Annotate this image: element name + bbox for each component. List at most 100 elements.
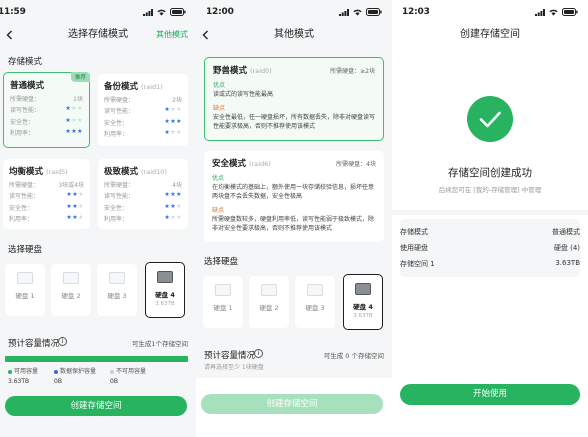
page-title: 其他模式: [274, 29, 314, 40]
mode-row: 安全性： ★★★: [9, 202, 84, 212]
legend-protection: 数据保护容量 0B: [54, 368, 97, 385]
battery-icon: [366, 8, 382, 16]
disk-icon: [63, 272, 79, 284]
mode-row: 所需硬盘： 3块或4块: [9, 181, 84, 189]
mode-row: 所需硬盘： 4块: [104, 181, 182, 189]
mode-name: 极致模式 (raid10): [104, 167, 167, 177]
rating-stars: ★★★: [164, 106, 182, 115]
pros-label: 优点: [212, 175, 225, 182]
mode-row: 所需硬盘： 2块: [104, 96, 182, 104]
disk-option-2[interactable]: 硬盘 2: [51, 264, 91, 316]
mode-card-extreme[interactable]: 极致模式 (raid10) 所需硬盘： 4块 读写性能： ★★★ 安全性： ★★★ 利用…: [98, 159, 188, 229]
mode-row: 读写性能： ★★★: [104, 106, 182, 115]
screen-select-storage-mode: 11:59 选择存储模式 其他模式 存储模式 推荐 普通模式 所需硬盘： 1块 读…: [0, 0, 196, 437]
mode-row: 安全性： ★★★: [104, 202, 182, 212]
section-title-select-disk: 选择硬盘: [204, 257, 239, 267]
cons-label: 缺点: [213, 105, 226, 112]
status-time: 12:03: [402, 7, 430, 17]
summary-row: 存储空间 1 3.63TB: [400, 259, 580, 268]
start-using-button[interactable]: 开始使用: [400, 384, 580, 405]
disk-option-3[interactable]: 硬盘 3: [295, 276, 335, 328]
rating-stars: ★★★: [65, 105, 83, 114]
summary-row: 存储模式 普通模式: [400, 228, 580, 236]
rating-stars: ★★★: [164, 118, 182, 127]
star-icon: ★: [176, 117, 182, 125]
other-modes-link[interactable]: 其他模式: [156, 26, 188, 44]
mode-row: 所需硬盘： 1块: [10, 95, 83, 103]
star-icon: ★: [78, 202, 84, 210]
create-storage-button[interactable]: 创建存储空间: [201, 394, 383, 414]
disk-icon: [261, 284, 277, 296]
status-icons: [143, 8, 186, 16]
legend-dot: [110, 369, 114, 374]
legend-available: 可用容量 3.63TB: [8, 368, 39, 385]
disk-icon: [307, 284, 323, 296]
disk-option-3[interactable]: 硬盘 3: [97, 264, 137, 316]
nav-bar: 选择存储模式 其他模式: [0, 26, 196, 44]
section-title-capacity: 预计容量情况: [8, 339, 60, 349]
rating-stars: ★★★: [66, 214, 84, 223]
star-icon: ★: [78, 214, 84, 221]
rating-stars: ★★★: [66, 203, 84, 212]
star-icon: ★: [77, 116, 83, 124]
disk-option-4[interactable]: 硬盘 4 3.63TB: [343, 274, 383, 330]
screen-create-success: 12:03 创建存储空间 存储空间创建成功 后续您可在 [我的-存储管理] 中管…: [392, 0, 588, 437]
mode-row: 读写性能： ★★★: [10, 105, 83, 114]
disk-option-1[interactable]: 硬盘 1: [5, 264, 45, 316]
create-storage-button[interactable]: 创建存储空间: [5, 396, 187, 416]
disk-icon: [157, 271, 173, 283]
raid-name: 野兽模式 (raid0): [213, 66, 272, 76]
rating-stars: ★★★: [164, 203, 182, 212]
section-title-select-disk: 选择硬盘: [8, 245, 43, 255]
star-icon: ★: [78, 191, 84, 198]
screens-container: 11:59 选择存储模式 其他模式 存储模式 推荐 普通模式 所需硬盘： 1块 读…: [0, 0, 588, 437]
info-icon[interactable]: i: [254, 349, 263, 358]
status-bar: 11:59: [0, 6, 196, 18]
capacity-hint: 请再选择至少 1块硬盘: [204, 364, 264, 371]
signal-icon: [339, 8, 349, 16]
legend-unavailable: 不可用容量 0B: [110, 368, 147, 385]
disk-option-1[interactable]: 硬盘 1: [203, 276, 243, 328]
checkmark-icon: [479, 111, 501, 128]
disk-option-4[interactable]: 硬盘 4 3.63TB: [145, 262, 185, 318]
star-icon: ★: [176, 191, 182, 198]
mode-row: 利用率： ★★★: [104, 129, 182, 138]
raid-disk-requirement: 所需硬盘：≥2块: [330, 68, 375, 75]
cons-label: 缺点: [212, 207, 225, 214]
mode-row: 利用率： ★★★: [10, 128, 83, 137]
status-time: 11:59: [0, 7, 26, 17]
mode-name: 备份模式 (raid1): [104, 82, 163, 92]
status-bar: 12:03: [392, 6, 588, 18]
status-icons: [535, 8, 578, 16]
star-icon: ★: [176, 129, 182, 136]
mode-card-normal[interactable]: 推荐 普通模式 所需硬盘： 1块 读写性能： ★★★ 安全性： ★★★ 利用率： ★★★: [3, 72, 90, 148]
nav-bar: 创建存储空间: [392, 26, 588, 44]
divider: [392, 210, 588, 215]
mode-card-backup[interactable]: 备份模式 (raid1) 所需硬盘： 2块 读写性能： ★★★ 安全性： ★★★ 利用率…: [98, 74, 188, 146]
mode-name: 均衡模式 (raid5): [9, 167, 68, 177]
wifi-icon: [549, 9, 558, 16]
pros-label: 优点: [213, 82, 226, 89]
raid-card-beast[interactable]: 野兽模式 (raid0) 所需硬盘：≥2块 优点 读或式的读写性能最高 缺点 安全…: [204, 57, 384, 141]
nav-bar: 其他模式: [196, 26, 392, 44]
mode-row: 读写性能： ★★★: [9, 191, 84, 200]
capacity-summary: 可生成 0 个存储空间: [323, 352, 384, 360]
star-icon: ★: [176, 202, 182, 210]
capacity-summary: 可生成1个存储空间: [131, 340, 188, 348]
mode-card-balanced[interactable]: 均衡模式 (raid5) 所需硬盘： 3块或4块 读写性能： ★★★ 安全性： ★★★ …: [3, 159, 90, 229]
legend-dot: [8, 369, 12, 374]
legend-dot: [54, 369, 58, 374]
wifi-icon: [353, 9, 362, 16]
raid-disk-requirement: 所需硬盘：4块: [336, 161, 376, 168]
rating-stars: ★★★: [66, 191, 84, 200]
success-subtitle: 后续您可在 [我的-存储管理] 中管理: [438, 186, 542, 194]
raid-card-safe[interactable]: 安全模式 (raid6) 所需硬盘：4块 优点 在均衡模式的基础上，额外使用一块存…: [204, 151, 384, 242]
disk-option-2[interactable]: 硬盘 2: [249, 276, 289, 328]
info-icon[interactable]: i: [58, 337, 67, 346]
disk-icon: [215, 284, 231, 296]
raid-card-header: 野兽模式 (raid0) 所需硬盘：≥2块: [213, 64, 375, 76]
rating-stars: ★★★: [164, 214, 182, 223]
mode-row: 利用率： ★★★: [9, 214, 84, 223]
star-icon: ★: [77, 128, 83, 135]
pros-text: 在均衡模式的基础上，额外使用一块存储校验信息，损坏任意两块盘不会丢失数据，安全性…: [212, 184, 375, 200]
